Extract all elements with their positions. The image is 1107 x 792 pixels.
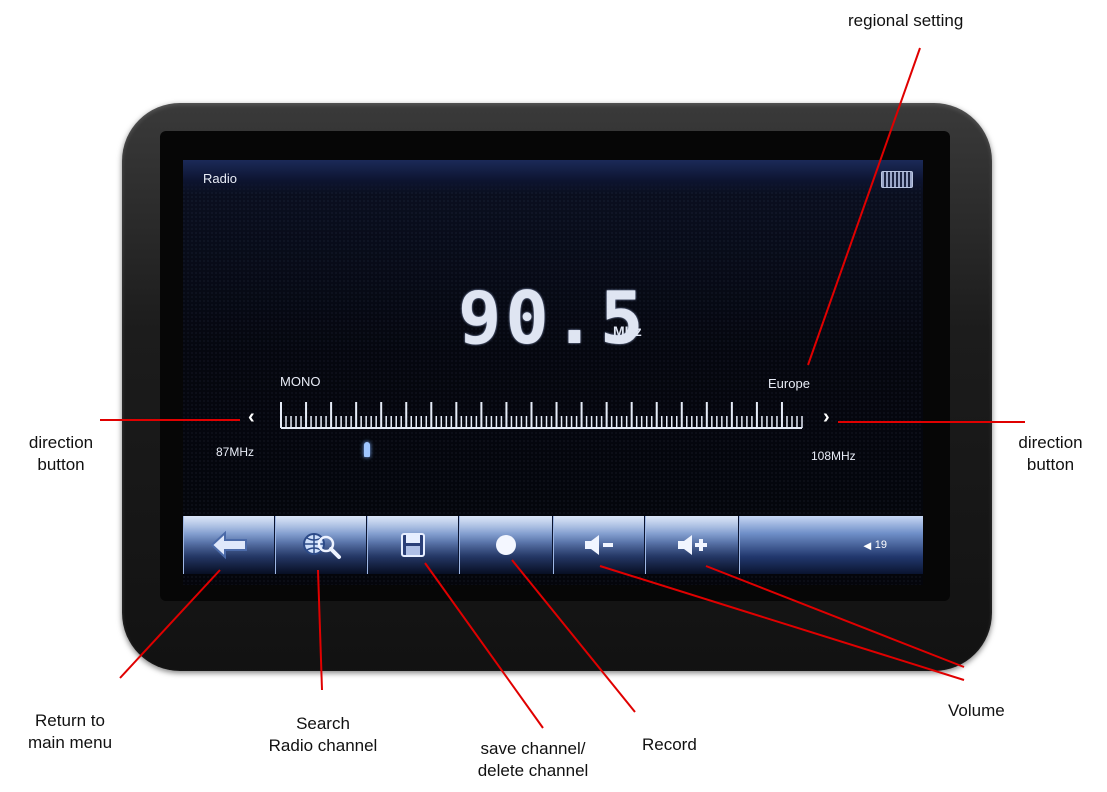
callout-regional-line [807, 47, 921, 366]
label-volume: Volume [948, 701, 1005, 720]
label-return-main-menu: Return to main menu [10, 710, 130, 754]
callout-lines [100, 47, 1025, 729]
label-direction-left: direction button [6, 432, 116, 476]
label-return-line2: main menu [27, 733, 113, 752]
callout-save-line [424, 562, 544, 729]
label-regional-setting: regional setting [848, 11, 964, 30]
callout-return-line [119, 569, 221, 679]
label-return-line1: Return to [35, 711, 105, 730]
callout-volume-up-line [705, 565, 965, 668]
label-direction-right-line2: button [1026, 455, 1075, 474]
callout-record-line [511, 559, 636, 713]
label-direction-right: direction button [998, 432, 1103, 476]
label-direction-left-line2: button [37, 455, 85, 474]
label-search-line1: Search [296, 714, 350, 733]
label-direction-right-line1: direction [1018, 433, 1083, 452]
label-save-line2: delete channel [477, 761, 589, 780]
label-search-radio: Search Radio channel [253, 713, 393, 757]
callout-volume-down-line [599, 565, 965, 681]
callout-search-line [317, 569, 323, 691]
label-search-line2: Radio channel [268, 736, 378, 755]
label-save-line1: save channel/ [480, 739, 586, 758]
label-record: Record [642, 735, 697, 754]
label-save-channel: save channel/ delete channel [448, 738, 618, 782]
label-direction-left-line1: direction [28, 433, 94, 452]
